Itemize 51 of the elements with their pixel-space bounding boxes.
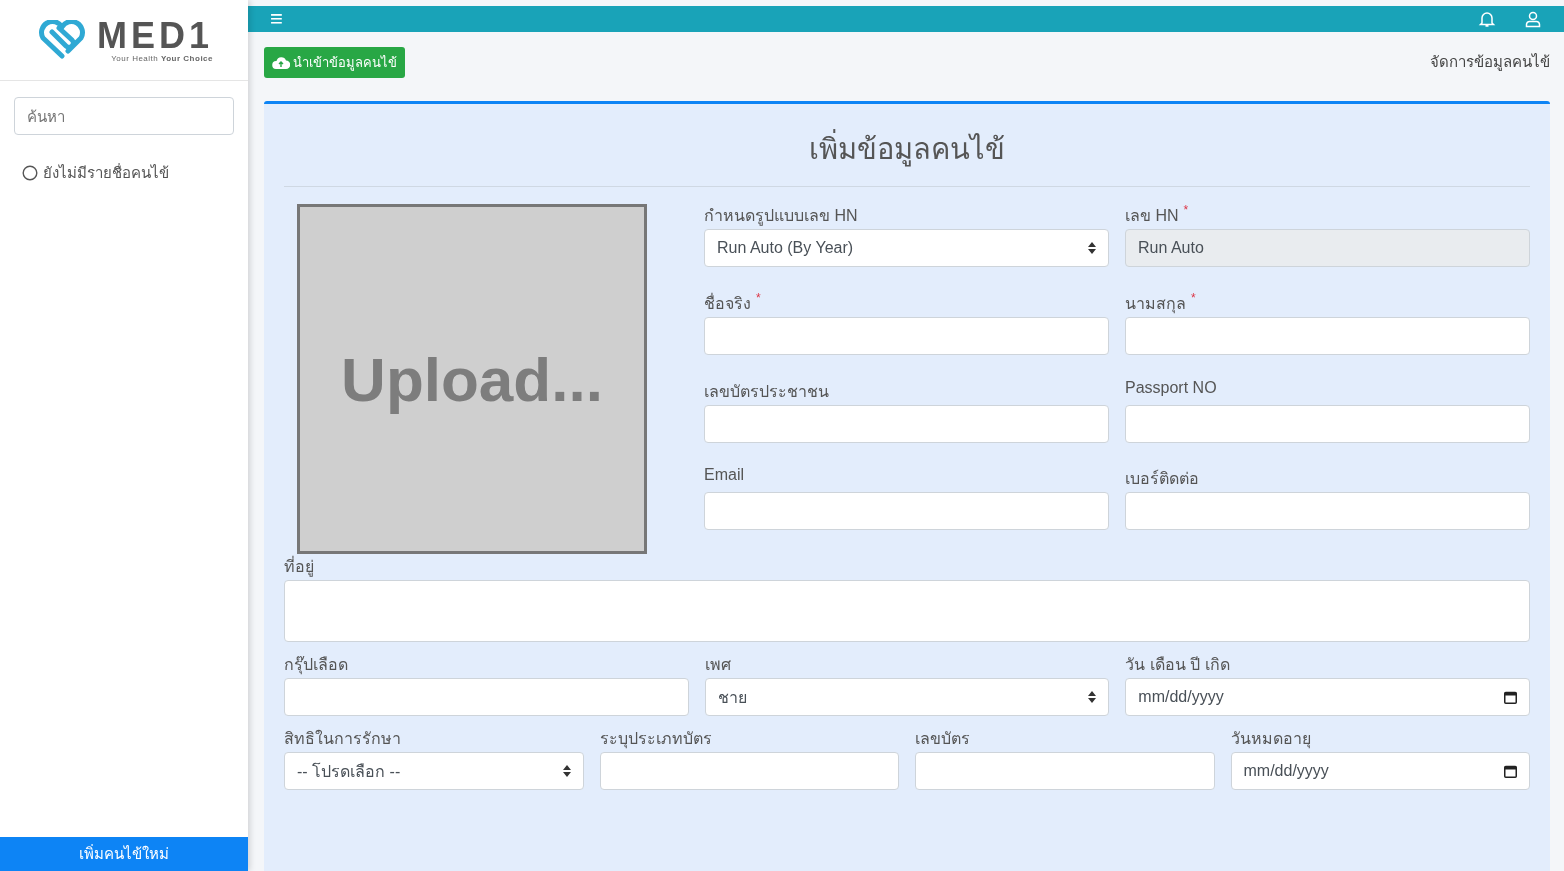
field-label: Email <box>704 466 744 484</box>
required-mark: * <box>756 290 761 305</box>
input-field[interactable] <box>915 752 1215 790</box>
input-field[interactable] <box>1125 404 1530 443</box>
field-label: กำหนดรูปแบบเลข HN <box>704 207 858 224</box>
field-label: วันหมดอายุ <box>1230 730 1311 747</box>
brand-name: MED1 <box>97 17 213 54</box>
input-field[interactable] <box>599 752 899 790</box>
sort-arrows-icon <box>1088 691 1097 703</box>
field-label: เลขบัตร <box>915 730 970 747</box>
date-field[interactable]: mm/dd/yyyy <box>1125 678 1530 716</box>
form-title: เพิ่มข้อมูลคนไข้ <box>284 104 1530 187</box>
select-field[interactable]: ชาย <box>704 678 1110 716</box>
circle-icon <box>22 165 38 181</box>
field-label: เลขบัตรประชาชน <box>704 382 829 400</box>
input-field[interactable] <box>1125 492 1530 531</box>
field-label: สิทธิในการรักษา <box>284 730 401 747</box>
field-label: ระบุประเภทบัตร <box>599 730 712 747</box>
select-field[interactable]: -- โปรดเลือก -- <box>284 752 584 790</box>
cloud-upload-icon <box>272 56 290 69</box>
field-label: Passport NO <box>1125 378 1217 396</box>
textarea-field[interactable] <box>284 580 1530 642</box>
sort-arrows-icon <box>1088 242 1096 254</box>
field-label: กรุ๊ปเลือด <box>284 656 348 673</box>
field-label: นามสกุล <box>1125 294 1186 312</box>
field-label: ที่อยู่ <box>284 558 314 575</box>
search-field[interactable]: ค้นหา <box>14 97 234 135</box>
required-mark: * <box>1191 290 1196 305</box>
field-label: เบอร์ติดต่อ <box>1125 470 1199 488</box>
calendar-icon <box>1504 764 1517 778</box>
input-field[interactable] <box>704 404 1109 443</box>
select-field[interactable]: Run Auto (By Year) <box>704 229 1109 267</box>
input-field[interactable] <box>704 316 1109 355</box>
field-label: ชื่อจริง <box>704 294 751 312</box>
input-field[interactable] <box>284 678 689 716</box>
input-field[interactable] <box>1125 316 1530 355</box>
breadcrumb: จัดการข้อมูลคนไข้ <box>1430 52 1550 73</box>
add-patient-button[interactable]: เพิ่มคนไข้ใหม่ <box>0 837 248 871</box>
empty-list-text: ยังไม่มีรายชื่อคนไข้ <box>43 162 169 183</box>
input-field[interactable] <box>704 492 1109 531</box>
date-field[interactable]: mm/dd/yyyy <box>1230 752 1530 790</box>
sort-arrows-icon <box>562 765 571 777</box>
field-label: เลข HN <box>1125 207 1179 224</box>
user-icon[interactable] <box>1524 10 1542 28</box>
required-mark: * <box>1183 203 1189 217</box>
calendar-icon <box>1504 690 1517 704</box>
brand-tagline: Your Health Your Choice <box>111 53 213 63</box>
field-label: วัน เดือน ปี เกิด <box>1125 656 1230 673</box>
input-field[interactable]: Run Auto <box>1125 229 1530 267</box>
bell-icon[interactable] <box>1478 10 1496 28</box>
field-label: เพศ <box>704 656 731 673</box>
